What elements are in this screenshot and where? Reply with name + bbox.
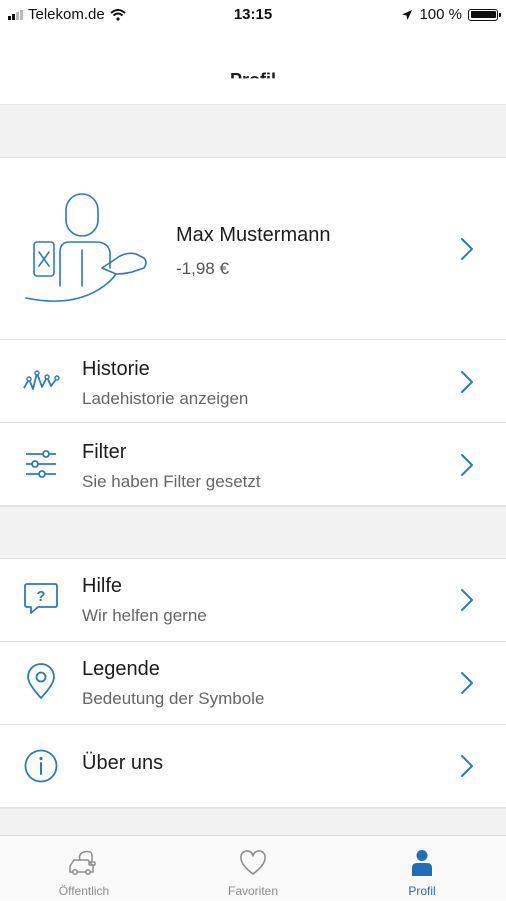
location-arrow-icon — [402, 9, 413, 20]
car-charging-icon — [69, 850, 96, 875]
navigation-bar: Profil — [0, 30, 506, 105]
section-spacer — [0, 506, 506, 559]
menu-item-historie[interactable]: Historie Ladehistorie anzeigen — [0, 340, 506, 423]
chevron-right-icon — [461, 454, 473, 476]
tab-oeffentlich[interactable]: Öffentlich — [0, 836, 168, 901]
person-icon — [412, 850, 432, 876]
menu-item-title: Historie — [82, 358, 150, 380]
help-bubble-icon: ? — [24, 583, 58, 614]
status-bar: Telekom.de 13:15 100 % — [0, 0, 506, 30]
menu-item-filter[interactable]: Filter Sie haben Filter gesetzt — [0, 423, 506, 506]
chevron-right-icon — [461, 371, 473, 393]
battery-label: 100 % — [419, 6, 462, 23]
profile-illustration-icon — [25, 193, 147, 302]
menu-item-subtitle: Sie haben Filter gesetzt — [82, 472, 261, 491]
menu-item-title: Legende — [82, 658, 160, 680]
menu-item-title: Hilfe — [82, 575, 123, 597]
map-pin-icon — [27, 663, 55, 699]
tab-label: Favoriten — [227, 884, 279, 898]
history-chart-icon — [23, 370, 60, 390]
menu-item-title: Über uns — [82, 752, 164, 774]
profile-row[interactable]: Max Mustermann -1,98 € — [0, 158, 506, 340]
tab-bar: Öffentlich Favoriten Profil — [0, 835, 506, 900]
tab-favoriten[interactable]: Favoriten — [169, 836, 337, 901]
profile-balance: -1,98 € — [176, 259, 229, 278]
menu-item-subtitle: Ladehistorie anzeigen — [82, 389, 249, 408]
svg-text:?: ? — [36, 588, 45, 605]
profile-name: Max Mustermann — [176, 224, 331, 246]
menu-item-legende[interactable]: Legende Bedeutung der Symbole — [0, 642, 506, 725]
menu-item-subtitle: Bedeutung der Symbole — [82, 689, 265, 708]
menu-item-subtitle: Wir helfen gerne — [82, 606, 207, 625]
section-spacer — [0, 104, 506, 158]
heart-icon — [240, 850, 266, 875]
info-icon — [24, 749, 58, 783]
section-spacer — [0, 808, 506, 835]
chevron-right-icon — [461, 238, 473, 260]
chevron-right-icon — [461, 755, 473, 777]
chevron-right-icon — [461, 589, 473, 611]
tab-label: Profil — [408, 884, 436, 898]
tab-label: Öffentlich — [58, 884, 110, 898]
filter-sliders-icon — [26, 450, 56, 478]
status-right: 100 % — [401, 6, 501, 23]
battery-icon — [468, 8, 501, 21]
menu-item-hilfe[interactable]: ? Hilfe Wir helfen gerne — [0, 559, 506, 642]
menu-item-ueber-uns[interactable]: Über uns — [0, 725, 506, 808]
chevron-right-icon — [461, 672, 473, 694]
menu-item-title: Filter — [82, 441, 127, 463]
page-title: Profil — [229, 70, 276, 90]
tab-profil[interactable]: Profil — [338, 836, 506, 901]
